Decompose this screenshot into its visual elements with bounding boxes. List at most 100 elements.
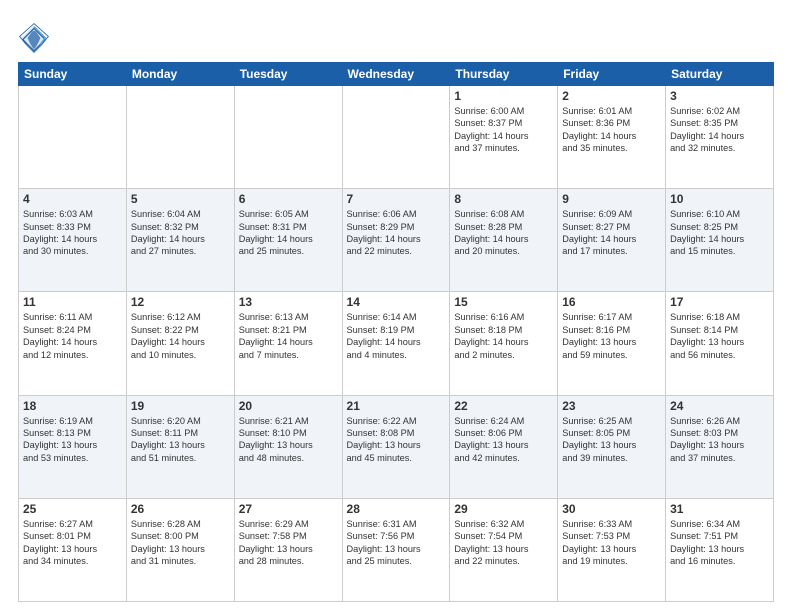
calendar-cell-1-3 [234, 86, 342, 189]
calendar-cell-2-6: 9Sunrise: 6:09 AM Sunset: 8:27 PM Daylig… [558, 189, 666, 292]
day-number: 5 [131, 192, 230, 206]
calendar-cell-1-7: 3 Sunrise: 6:02 AM Sunset: 8:35 PM Daylig… [666, 86, 774, 189]
calendar-cell-3-3: 13Sunrise: 6:13 AM Sunset: 8:21 PM Dayli… [234, 292, 342, 395]
calendar-week-4: 18Sunrise: 6:19 AM Sunset: 8:13 PM Dayli… [19, 395, 774, 498]
day-number: 12 [131, 295, 230, 309]
day-number: 14 [347, 295, 446, 309]
day-info: Sunrise: 6:10 AM Sunset: 8:25 PM Dayligh… [670, 208, 769, 258]
day-info: Sunrise: 6:27 AM Sunset: 8:01 PM Dayligh… [23, 518, 122, 568]
calendar-cell-4-5: 22 Sunrise: 6:24 AM Sunset: 8:06 PM Dayli… [450, 395, 558, 498]
day-info: Sunrise: 6:08 AM Sunset: 8:28 PM Dayligh… [454, 208, 553, 258]
day-number: 19 [131, 399, 230, 413]
logo-icon [18, 22, 50, 54]
calendar-cell-3-4: 14 Sunrise: 6:14 AM Sunset: 8:19 PM Dayli… [342, 292, 450, 395]
day-info: Sunrise: 6:02 AM Sunset: 8:35 PM Dayligh… [670, 105, 769, 155]
day-number: 3 [670, 89, 769, 103]
calendar-cell-4-4: 21Sunrise: 6:22 AM Sunset: 8:08 PM Dayli… [342, 395, 450, 498]
day-info: Sunrise: 6:21 AM Sunset: 8:10 PM Dayligh… [239, 415, 338, 465]
day-info: Sunrise: 6:16 AM Sunset: 8:18 PM Dayligh… [454, 311, 553, 361]
day-number: 10 [670, 192, 769, 206]
day-number: 17 [670, 295, 769, 309]
day-info: Sunrise: 6:24 AM Sunset: 8:06 PM Dayligh… [454, 415, 553, 465]
day-number: 7 [347, 192, 446, 206]
calendar-cell-1-4 [342, 86, 450, 189]
day-number: 28 [347, 502, 446, 516]
day-number: 31 [670, 502, 769, 516]
header-tuesday: Tuesday [234, 63, 342, 86]
day-number: 15 [454, 295, 553, 309]
calendar-cell-2-4: 7Sunrise: 6:06 AM Sunset: 8:29 PM Daylig… [342, 189, 450, 292]
day-number: 1 [454, 89, 553, 103]
day-number: 26 [131, 502, 230, 516]
day-info: Sunrise: 6:18 AM Sunset: 8:14 PM Dayligh… [670, 311, 769, 361]
calendar-cell-5-5: 29 Sunrise: 6:32 AM Sunset: 7:54 PM Dayli… [450, 498, 558, 601]
day-number: 21 [347, 399, 446, 413]
logo [18, 22, 54, 54]
day-info: Sunrise: 6:14 AM Sunset: 8:19 PM Dayligh… [347, 311, 446, 361]
calendar-cell-4-2: 19 Sunrise: 6:20 AM Sunset: 8:11 PM Dayli… [126, 395, 234, 498]
day-number: 22 [454, 399, 553, 413]
day-number: 4 [23, 192, 122, 206]
day-info: Sunrise: 6:34 AM Sunset: 7:51 PM Dayligh… [670, 518, 769, 568]
day-info: Sunrise: 6:13 AM Sunset: 8:21 PM Dayligh… [239, 311, 338, 361]
calendar-week-3: 11 Sunrise: 6:11 AM Sunset: 8:24 PM Dayli… [19, 292, 774, 395]
calendar-cell-5-6: 30 Sunrise: 6:33 AM Sunset: 7:53 PM Dayli… [558, 498, 666, 601]
calendar-cell-5-3: 27 Sunrise: 6:29 AM Sunset: 7:58 PM Dayli… [234, 498, 342, 601]
day-info: Sunrise: 6:05 AM Sunset: 8:31 PM Dayligh… [239, 208, 338, 258]
header-thursday: Thursday [450, 63, 558, 86]
calendar-week-1: 1 Sunrise: 6:00 AM Sunset: 8:37 PM Daylig… [19, 86, 774, 189]
day-info: Sunrise: 6:29 AM Sunset: 7:58 PM Dayligh… [239, 518, 338, 568]
calendar-cell-5-2: 26 Sunrise: 6:28 AM Sunset: 8:00 PM Dayli… [126, 498, 234, 601]
day-info: Sunrise: 6:33 AM Sunset: 7:53 PM Dayligh… [562, 518, 661, 568]
calendar-cell-5-7: 31 Sunrise: 6:34 AM Sunset: 7:51 PM Dayli… [666, 498, 774, 601]
calendar-cell-1-6: 2 Sunrise: 6:01 AM Sunset: 8:36 PM Daylig… [558, 86, 666, 189]
calendar-cell-2-2: 5 Sunrise: 6:04 AM Sunset: 8:32 PM Daylig… [126, 189, 234, 292]
header-wednesday: Wednesday [342, 63, 450, 86]
day-number: 2 [562, 89, 661, 103]
day-info: Sunrise: 6:28 AM Sunset: 8:00 PM Dayligh… [131, 518, 230, 568]
header [18, 18, 774, 54]
day-info: Sunrise: 6:32 AM Sunset: 7:54 PM Dayligh… [454, 518, 553, 568]
calendar-cell-3-1: 11 Sunrise: 6:11 AM Sunset: 8:24 PM Dayli… [19, 292, 127, 395]
calendar-header-row: Sunday Monday Tuesday Wednesday Thursday… [19, 63, 774, 86]
day-info: Sunrise: 6:20 AM Sunset: 8:11 PM Dayligh… [131, 415, 230, 465]
day-info: Sunrise: 6:04 AM Sunset: 8:32 PM Dayligh… [131, 208, 230, 258]
calendar-cell-4-6: 23Sunrise: 6:25 AM Sunset: 8:05 PM Dayli… [558, 395, 666, 498]
day-info: Sunrise: 6:11 AM Sunset: 8:24 PM Dayligh… [23, 311, 122, 361]
day-info: Sunrise: 6:31 AM Sunset: 7:56 PM Dayligh… [347, 518, 446, 568]
day-info: Sunrise: 6:01 AM Sunset: 8:36 PM Dayligh… [562, 105, 661, 155]
calendar-cell-4-3: 20 Sunrise: 6:21 AM Sunset: 8:10 PM Dayli… [234, 395, 342, 498]
calendar-cell-2-3: 6 Sunrise: 6:05 AM Sunset: 8:31 PM Daylig… [234, 189, 342, 292]
calendar-cell-3-6: 16Sunrise: 6:17 AM Sunset: 8:16 PM Dayli… [558, 292, 666, 395]
day-info: Sunrise: 6:03 AM Sunset: 8:33 PM Dayligh… [23, 208, 122, 258]
calendar-cell-2-7: 10 Sunrise: 6:10 AM Sunset: 8:25 PM Dayli… [666, 189, 774, 292]
calendar-table: Sunday Monday Tuesday Wednesday Thursday… [18, 62, 774, 602]
calendar-cell-4-1: 18Sunrise: 6:19 AM Sunset: 8:13 PM Dayli… [19, 395, 127, 498]
day-number: 20 [239, 399, 338, 413]
day-info: Sunrise: 6:12 AM Sunset: 8:22 PM Dayligh… [131, 311, 230, 361]
header-monday: Monday [126, 63, 234, 86]
day-number: 16 [562, 295, 661, 309]
header-sunday: Sunday [19, 63, 127, 86]
day-info: Sunrise: 6:09 AM Sunset: 8:27 PM Dayligh… [562, 208, 661, 258]
day-number: 23 [562, 399, 661, 413]
calendar-cell-3-2: 12 Sunrise: 6:12 AM Sunset: 8:22 PM Dayli… [126, 292, 234, 395]
day-number: 6 [239, 192, 338, 206]
header-friday: Friday [558, 63, 666, 86]
day-number: 8 [454, 192, 553, 206]
calendar-cell-1-1 [19, 86, 127, 189]
header-saturday: Saturday [666, 63, 774, 86]
calendar-cell-4-7: 24Sunrise: 6:26 AM Sunset: 8:03 PM Dayli… [666, 395, 774, 498]
calendar-cell-3-5: 15 Sunrise: 6:16 AM Sunset: 8:18 PM Dayli… [450, 292, 558, 395]
day-number: 30 [562, 502, 661, 516]
day-info: Sunrise: 6:00 AM Sunset: 8:37 PM Dayligh… [454, 105, 553, 155]
day-info: Sunrise: 6:19 AM Sunset: 8:13 PM Dayligh… [23, 415, 122, 465]
calendar-cell-1-2 [126, 86, 234, 189]
page: Sunday Monday Tuesday Wednesday Thursday… [0, 0, 792, 612]
day-number: 27 [239, 502, 338, 516]
day-number: 25 [23, 502, 122, 516]
calendar-cell-2-5: 8 Sunrise: 6:08 AM Sunset: 8:28 PM Daylig… [450, 189, 558, 292]
day-number: 24 [670, 399, 769, 413]
day-number: 11 [23, 295, 122, 309]
day-number: 29 [454, 502, 553, 516]
